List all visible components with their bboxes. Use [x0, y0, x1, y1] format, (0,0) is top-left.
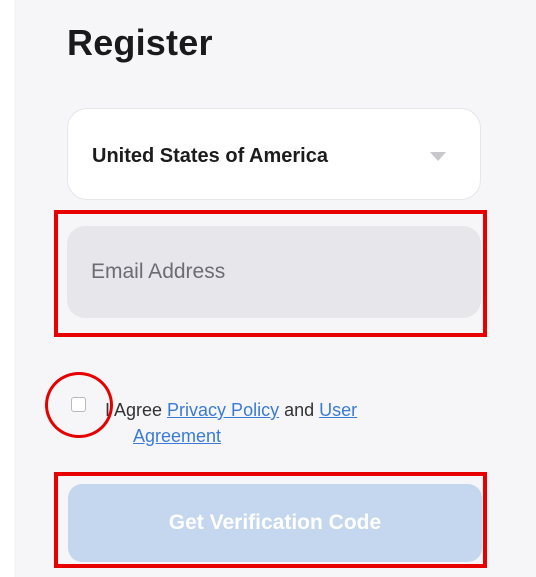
agree-checkbox[interactable]	[71, 397, 86, 412]
email-field[interactable]: Email Address	[67, 226, 481, 318]
page-title: Register	[67, 22, 213, 63]
left-edge	[0, 0, 14, 577]
caret-down-icon	[430, 152, 446, 161]
privacy-policy-link[interactable]: Privacy Policy	[167, 400, 279, 420]
agreement-text-line2: Agreement	[133, 426, 221, 447]
agreement-text: I Agree Privacy Policy and User	[105, 400, 357, 421]
register-screen: Register United States of America Email …	[0, 0, 536, 577]
agree-conjunction: and	[279, 400, 320, 420]
country-select[interactable]: United States of America	[67, 108, 481, 200]
user-agreement-link-part2[interactable]: Agreement	[133, 426, 221, 446]
email-placeholder: Email Address	[91, 260, 226, 283]
get-verification-code-button[interactable]: Get Verification Code	[68, 484, 482, 562]
agree-prefix: I Agree	[105, 400, 168, 420]
user-agreement-link-part1[interactable]: User	[319, 400, 357, 420]
country-value: United States of America	[92, 145, 328, 167]
